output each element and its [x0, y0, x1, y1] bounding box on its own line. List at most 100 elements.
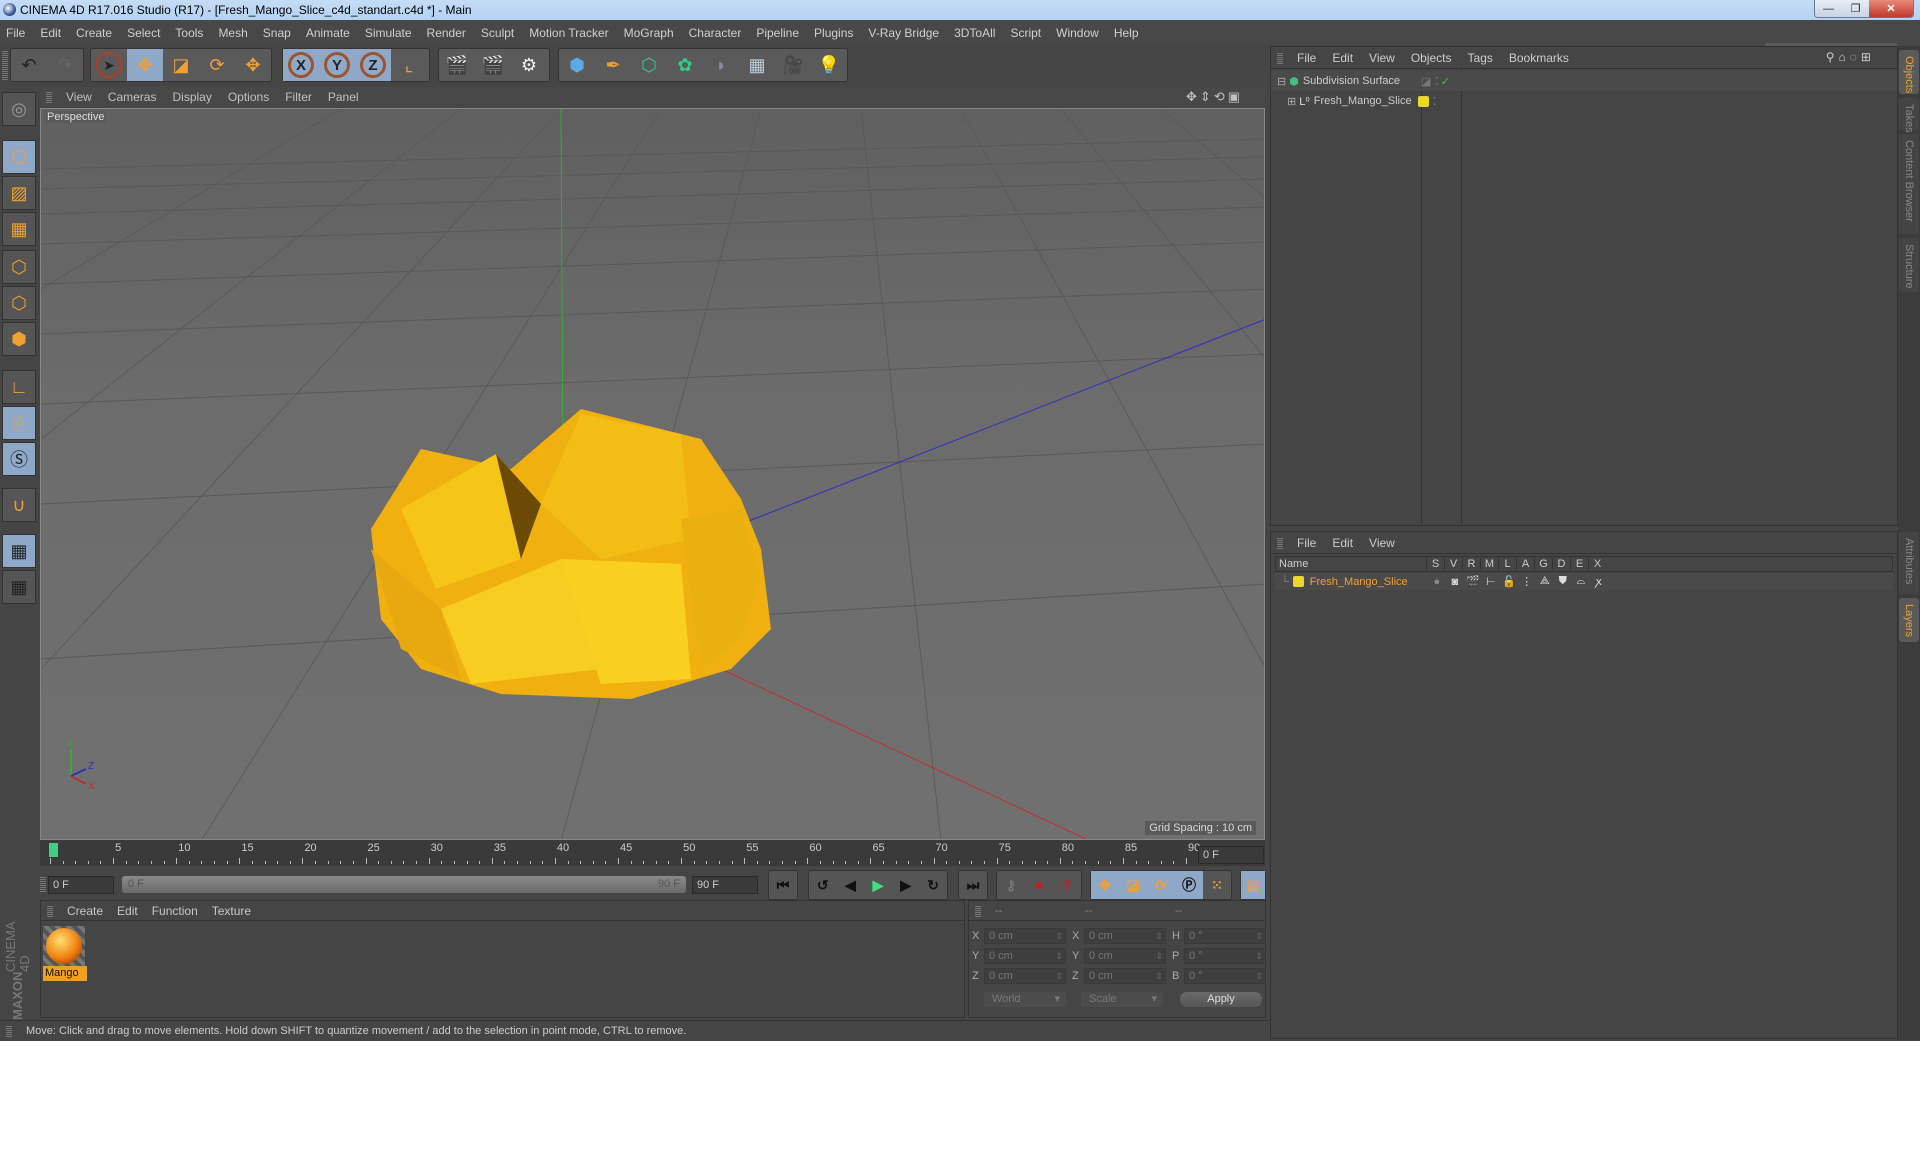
- col-animation[interactable]: A: [1516, 558, 1534, 570]
- tab-structure[interactable]: Structure: [1899, 238, 1919, 292]
- tab-objects[interactable]: Objects: [1899, 50, 1919, 94]
- menu-file[interactable]: File: [6, 26, 25, 40]
- objmgr-menu-edit[interactable]: Edit: [1332, 51, 1353, 65]
- key-scale-icon[interactable]: ◪: [1119, 871, 1147, 899]
- menu-pipeline[interactable]: Pipeline: [756, 26, 799, 40]
- layermgr-menu-edit[interactable]: Edit: [1332, 536, 1353, 550]
- menu-create[interactable]: Create: [76, 26, 112, 40]
- col-xrefs[interactable]: X: [1588, 558, 1606, 570]
- layermgr-menu-view[interactable]: View: [1369, 536, 1395, 550]
- tab-attributes[interactable]: Attributes: [1899, 532, 1919, 594]
- render-view-icon[interactable]: 🎬: [439, 49, 475, 81]
- restore-button[interactable]: ❐: [1842, 0, 1869, 17]
- key-point-level-icon[interactable]: ⁙: [1203, 871, 1231, 899]
- play-forward-icon[interactable]: ▶: [864, 871, 892, 899]
- position-x-field[interactable]: 0 cm: [984, 928, 1066, 944]
- menu-sculpt[interactable]: Sculpt: [481, 26, 514, 40]
- rotation-h-field[interactable]: 0 °: [1184, 928, 1266, 944]
- tab-content-browser[interactable]: Content Browser: [1899, 134, 1919, 234]
- solo-toggle-icon[interactable]: ●: [1428, 576, 1446, 588]
- floor-scene-icon[interactable]: ▦: [739, 49, 775, 81]
- material-menu-function[interactable]: Function: [152, 904, 198, 918]
- objmgr-menu-bookmarks[interactable]: Bookmarks: [1509, 51, 1569, 65]
- keyframe-selection-icon[interactable]: ?: [1053, 871, 1081, 899]
- animation-toggle-icon[interactable]: ⋮: [1518, 575, 1536, 588]
- cube-primitive-icon[interactable]: ⬢: [559, 49, 595, 81]
- timeline-window-icon[interactable]: ▤: [1241, 871, 1265, 899]
- lock-toggle-icon[interactable]: 🔓: [1500, 575, 1518, 588]
- size-mode-dropdown[interactable]: Scale: [1081, 992, 1163, 1007]
- subdivision-surface-icon[interactable]: ⬡: [631, 49, 667, 81]
- key-parameter-icon[interactable]: Ⓟ: [1175, 871, 1203, 899]
- start-frame-field[interactable]: 0 F: [48, 876, 114, 894]
- col-solo[interactable]: S: [1426, 558, 1444, 570]
- coordinate-mode-dropdown[interactable]: World: [984, 992, 1066, 1007]
- menu-script[interactable]: Script: [1010, 26, 1041, 40]
- menu-simulate[interactable]: Simulate: [365, 26, 412, 40]
- workplane-lock-icon[interactable]: ▦: [2, 534, 36, 568]
- viewport-menu-cameras[interactable]: Cameras: [108, 90, 157, 104]
- camera-label[interactable]: Perspective: [45, 111, 107, 123]
- menu-select[interactable]: Select: [127, 26, 160, 40]
- position-z-field[interactable]: 0 cm: [984, 968, 1066, 984]
- menu-motion-tracker[interactable]: Motion Tracker: [529, 26, 608, 40]
- mograph-cloner-icon[interactable]: ✿: [667, 49, 703, 81]
- menu-character[interactable]: Character: [689, 26, 742, 40]
- rotate-icon[interactable]: ⟳: [199, 49, 235, 81]
- col-name[interactable]: Name: [1276, 558, 1426, 570]
- texture-mode-icon[interactable]: ▨: [2, 176, 36, 210]
- menu-mesh[interactable]: Mesh: [218, 26, 247, 40]
- go-to-previous-keyframe-icon[interactable]: ↺: [809, 871, 837, 899]
- record-keys-icon[interactable]: ⚷: [997, 871, 1025, 899]
- viewport-menu-filter[interactable]: Filter: [285, 90, 312, 104]
- layer-tag-icon[interactable]: ◪: [1421, 75, 1431, 88]
- menu-window[interactable]: Window: [1056, 26, 1099, 40]
- redo-icon[interactable]: ↷: [47, 49, 83, 81]
- col-render[interactable]: R: [1462, 558, 1480, 570]
- render-toggle-icon[interactable]: 🎬: [1464, 575, 1482, 588]
- object-row-fresh-mango-slice[interactable]: ⊞ L⁰ Fresh_Mango_Slice ⁚: [1271, 91, 1897, 111]
- menu-render[interactable]: Render: [427, 26, 466, 40]
- end-frame-field[interactable]: 90 F: [692, 876, 758, 894]
- timeline-grip[interactable]: [40, 876, 46, 892]
- menu-plugins[interactable]: Plugins: [814, 26, 853, 40]
- col-manager[interactable]: M: [1480, 558, 1498, 570]
- objmgr-menu-view[interactable]: View: [1369, 51, 1395, 65]
- xrefs-toggle-icon[interactable]: ꭗ: [1590, 574, 1608, 589]
- axis-mode-icon[interactable]: ∟: [2, 370, 36, 404]
- minimize-button[interactable]: —: [1815, 0, 1842, 17]
- y-axis-lock-icon[interactable]: Y: [319, 49, 355, 81]
- points-mode-icon[interactable]: ⬡: [2, 250, 36, 284]
- workplane-align-icon[interactable]: ▦: [2, 570, 36, 604]
- menu-mograph[interactable]: MoGraph: [624, 26, 674, 40]
- menu-tools[interactable]: Tools: [175, 26, 203, 40]
- material-swatch-mango[interactable]: Mango: [43, 926, 87, 984]
- edges-mode-icon[interactable]: ⬡: [2, 286, 36, 320]
- tab-layers[interactable]: Layers: [1899, 598, 1919, 642]
- col-generators[interactable]: G: [1534, 558, 1552, 570]
- size-y-field[interactable]: 0 cm: [1084, 948, 1166, 964]
- menu-3dtoall[interactable]: 3DToAll: [954, 26, 995, 40]
- perspective-viewport[interactable]: Y X Z Perspective Grid Spacing : 10 cm: [40, 108, 1265, 840]
- object-row-subdivision-surface[interactable]: ⊟ ⬢ Subdivision Surface ◪ ⁚ ✓: [1271, 71, 1897, 91]
- apply-button[interactable]: Apply: [1180, 992, 1262, 1007]
- deformer-bend-icon[interactable]: ◗: [703, 49, 739, 81]
- viewport-menu-panel[interactable]: Panel: [328, 90, 359, 104]
- select-arrow-icon[interactable]: ➤: [91, 49, 127, 81]
- frame-ruler[interactable]: 051015202530354045505560657075808590: [50, 842, 1200, 864]
- pen-spline-icon[interactable]: ✒: [595, 49, 631, 81]
- render-picture-viewer-icon[interactable]: 🎬: [475, 49, 511, 81]
- enabled-check-icon[interactable]: ✓: [1441, 75, 1450, 88]
- view-toggle-icon[interactable]: ◙: [1446, 576, 1464, 588]
- layermgr-menu-file[interactable]: File: [1297, 536, 1316, 550]
- menu-help[interactable]: Help: [1114, 26, 1139, 40]
- col-view[interactable]: V: [1444, 558, 1462, 570]
- position-y-field[interactable]: 0 cm: [984, 948, 1066, 964]
- rotation-b-field[interactable]: 0 °: [1184, 968, 1266, 984]
- expand-icon[interactable]: ⊞: [1287, 95, 1296, 108]
- objmgr-menu-file[interactable]: File: [1297, 51, 1316, 65]
- size-x-field[interactable]: 0 cm: [1084, 928, 1166, 944]
- coordinate-system-icon[interactable]: ⌞: [391, 49, 427, 81]
- autokey-icon[interactable]: ⏺: [1025, 871, 1053, 899]
- current-frame-field[interactable]: 0 F: [1198, 846, 1264, 864]
